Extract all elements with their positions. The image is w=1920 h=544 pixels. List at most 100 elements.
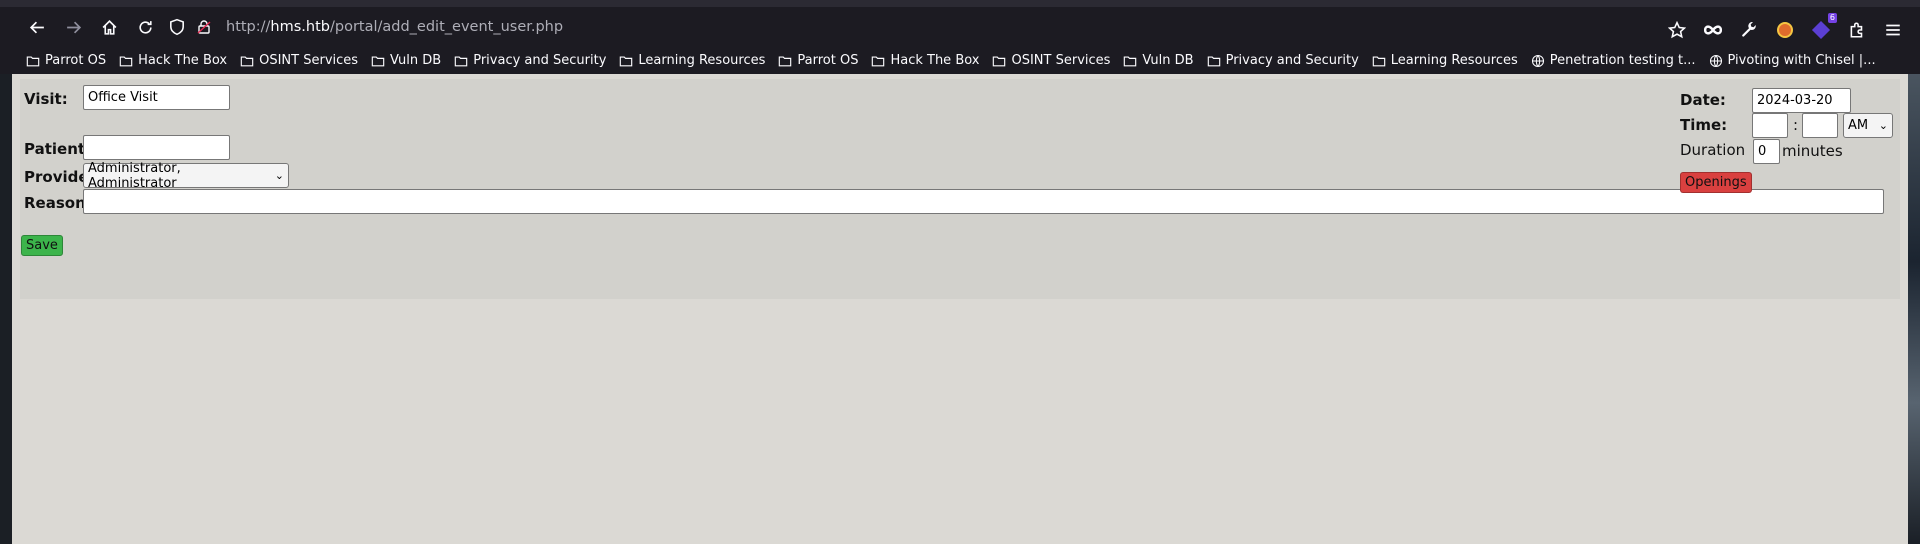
- bookmark-item[interactable]: Learning Resources: [619, 53, 765, 68]
- bookmark-label: Vuln DB: [390, 53, 442, 68]
- bookmark-item[interactable]: OSINT Services: [240, 53, 358, 68]
- menu-button[interactable]: [1880, 17, 1906, 43]
- time-separator: :: [1793, 116, 1799, 134]
- globe-icon: [1709, 54, 1728, 68]
- shield-icon[interactable]: [168, 18, 186, 36]
- visit-input[interactable]: [83, 85, 230, 110]
- bookmark-label: Parrot OS: [45, 53, 107, 68]
- duration-unit: minutes: [1782, 142, 1843, 160]
- wrench-icon: [1742, 22, 1756, 37]
- cube-icon: [1811, 20, 1831, 40]
- url-path: /portal/add_edit_event_user.php: [329, 19, 564, 35]
- insecure-lock-icon[interactable]: [196, 19, 212, 35]
- infinity-extension-button[interactable]: [1700, 17, 1726, 43]
- url-scheme: http://: [226, 19, 271, 35]
- reload-button[interactable]: [130, 12, 160, 42]
- folder-icon: [119, 54, 138, 68]
- time-label: Time:: [1680, 116, 1728, 134]
- wrench-extension-button[interactable]: [1736, 17, 1762, 43]
- bookmark-item[interactable]: Vuln DB: [1123, 53, 1194, 68]
- date-label: Date:: [1680, 91, 1726, 109]
- folder-icon: [778, 54, 797, 68]
- cookie-icon: [1777, 22, 1793, 38]
- folder-icon: [619, 54, 638, 68]
- bookmark-item[interactable]: Pivoting with Chisel |...: [1709, 53, 1876, 68]
- cookie-extension-button[interactable]: [1772, 17, 1798, 43]
- reason-input[interactable]: [83, 189, 1884, 214]
- time-minute-input[interactable]: [1802, 113, 1838, 138]
- web-page: Visit: Patient: Provider: Administrator,…: [12, 74, 1908, 544]
- desktop-background-right: [1908, 74, 1920, 544]
- arrow-right-icon: [66, 21, 81, 33]
- arrow-left-icon: [29, 21, 44, 33]
- bookmark-label: Penetration testing t...: [1549, 53, 1696, 68]
- bookmark-item[interactable]: Vuln DB: [371, 53, 441, 68]
- bookmark-label: Learning Resources: [638, 53, 766, 68]
- desktop-background-left: [0, 74, 12, 544]
- reload-icon: [138, 20, 152, 34]
- bookmark-item[interactable]: Hack The Box: [119, 53, 227, 68]
- duration-input[interactable]: [1753, 139, 1780, 164]
- forward-button[interactable]: [58, 12, 88, 42]
- folder-icon: [240, 54, 259, 68]
- url-bar[interactable]: http://hms.htb/portal/add_edit_event_use…: [168, 11, 1668, 43]
- bookmark-item[interactable]: Parrot OS: [26, 53, 106, 68]
- bookmark-item[interactable]: Penetration testing t...: [1531, 53, 1696, 68]
- folder-icon: [871, 54, 890, 68]
- chevron-down-icon: ⌄: [1878, 119, 1888, 132]
- extension-badge: 6: [1827, 13, 1837, 23]
- ampm-select[interactable]: AM ⌄: [1843, 113, 1893, 138]
- bookmark-item[interactable]: OSINT Services: [992, 53, 1110, 68]
- bookmark-label: OSINT Services: [259, 53, 359, 68]
- bookmark-label: OSINT Services: [1011, 53, 1111, 68]
- reason-label: Reason:: [24, 194, 92, 212]
- bookmark-label: Vuln DB: [1142, 53, 1194, 68]
- hamburger-menu-icon: [1886, 24, 1900, 36]
- bookmarks-bar: Parrot OS Hack The Box OSINT Services Vuln …: [0, 47, 1920, 74]
- provider-selected-value: Administrator, Administrator: [88, 160, 181, 191]
- purple-extension-button[interactable]: 6: [1808, 13, 1837, 43]
- date-input[interactable]: [1752, 88, 1851, 113]
- bookmark-label: Privacy and Security: [473, 53, 607, 68]
- event-form: Visit: Patient: Provider: Administrator,…: [20, 79, 1900, 299]
- home-button[interactable]: [94, 12, 124, 42]
- toolbar-right: 6: [1664, 13, 1906, 46]
- extensions-button[interactable]: [1844, 17, 1870, 43]
- time-hour-input[interactable]: [1752, 113, 1788, 138]
- bookmark-label: Learning Resources: [1390, 53, 1518, 68]
- bookmark-item[interactable]: Privacy and Security: [454, 53, 606, 68]
- bookmark-label: Parrot OS: [797, 53, 859, 68]
- globe-icon: [1531, 54, 1550, 68]
- folder-icon: [371, 54, 390, 68]
- provider-select[interactable]: Administrator, Administrator ⌄: [83, 160, 289, 191]
- bookmark-item[interactable]: Hack The Box: [871, 53, 979, 68]
- home-icon: [102, 19, 116, 35]
- visit-label: Visit:: [24, 90, 68, 108]
- patient-input[interactable]: [83, 135, 230, 160]
- puzzle-icon: [1850, 22, 1863, 38]
- bookmark-label: Pivoting with Chisel |...: [1727, 53, 1876, 68]
- openings-button[interactable]: Openings: [1680, 172, 1752, 193]
- infinity-icon: [1704, 25, 1722, 35]
- star-icon: [1668, 21, 1686, 39]
- folder-icon: [26, 54, 45, 68]
- bookmark-label: Privacy and Security: [1225, 53, 1359, 68]
- bookmark-item[interactable]: Privacy and Security: [1207, 53, 1359, 68]
- bookmark-item[interactable]: Parrot OS: [778, 53, 858, 68]
- url-host: hms.htb: [270, 19, 330, 35]
- ampm-selected-value: AM: [1848, 118, 1869, 133]
- folder-icon: [454, 54, 473, 68]
- back-button[interactable]: [22, 12, 52, 42]
- patient-label: Patient:: [24, 140, 92, 158]
- folder-icon: [1207, 54, 1226, 68]
- duration-label: Duration: [1680, 141, 1746, 159]
- folder-icon: [992, 54, 1011, 68]
- chevron-down-icon: ⌄: [274, 169, 284, 182]
- folder-icon: [1372, 54, 1391, 68]
- bookmark-label: Hack The Box: [138, 53, 228, 68]
- folder-icon: [1123, 54, 1142, 68]
- browser-toolbar: http://hms.htb/portal/add_edit_event_use…: [0, 0, 1920, 47]
- bookmark-star-button[interactable]: [1664, 17, 1690, 43]
- bookmark-item[interactable]: Learning Resources: [1372, 53, 1518, 68]
- save-button[interactable]: Save: [21, 235, 63, 256]
